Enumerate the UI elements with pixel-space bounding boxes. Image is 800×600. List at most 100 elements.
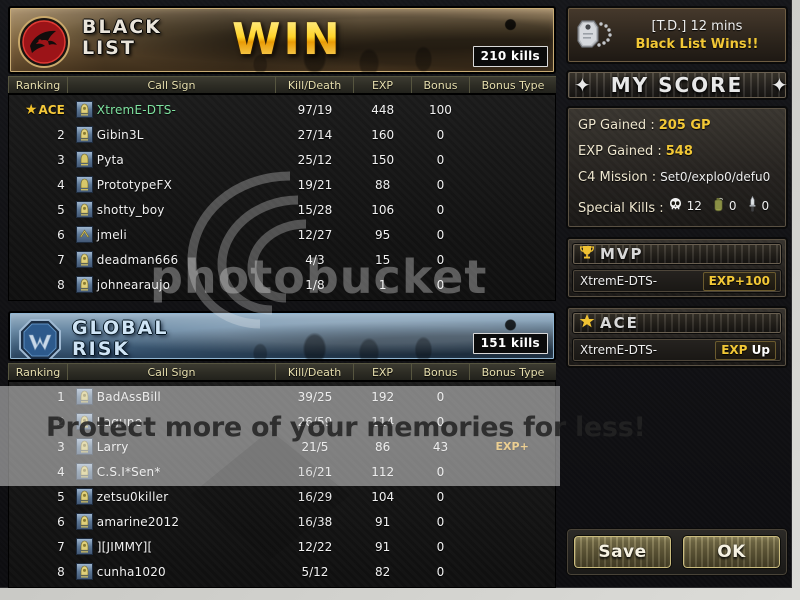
cell-ranking: 7 — [9, 534, 93, 559]
table-row[interactable]: 8 cunha1020 5/12 82 0 — [9, 559, 555, 584]
cell-killdeath: 16/38 — [276, 509, 354, 534]
table-header-black-list: Ranking Call Sign Kill/Death EXP Bonus B… — [8, 76, 556, 94]
team-banner-global-risk: GLOBAL RISK 151 kills — [8, 311, 556, 361]
cell-callsign: johnearaujo — [69, 272, 276, 297]
table-row[interactable]: 4 C.S.I*Sen* 16/21 112 0 — [9, 459, 555, 484]
table-row[interactable]: 5 shotty_boy 15/28 106 0 — [9, 197, 555, 222]
cell-bonus: 0 — [412, 509, 470, 534]
rank-number: 6 — [57, 514, 65, 529]
team-name-global-risk: GLOBAL RISK — [72, 318, 168, 360]
cell-bonustype — [469, 197, 555, 222]
killdeath-value: 5/12 — [301, 564, 329, 579]
cell-killdeath: 5/12 — [276, 559, 354, 584]
rank-badge-1 — [75, 251, 93, 268]
cell-callsign: Larry — [69, 434, 276, 459]
rank-number: 8 — [57, 564, 65, 579]
cell-ranking: 8 — [9, 559, 93, 584]
rank-badge-1 — [75, 488, 93, 505]
killdeath-value: 19/21 — [297, 177, 333, 192]
rank-badge-1 — [75, 463, 93, 480]
save-button[interactable]: Save — [573, 535, 672, 569]
player-name: ][JIMMY][ — [96, 539, 153, 554]
bonus-value: 0 — [436, 227, 445, 242]
cell-bonus: 100 — [412, 97, 470, 122]
special-kills-row: Special Kills : 12 0 0 — [578, 195, 776, 216]
column-header-killdeath: Kill/Death — [276, 77, 354, 93]
table-row[interactable]: 7][JIMMY][12/22 91 0 — [9, 534, 555, 559]
team-block-global-risk: GLOBAL RISK 151 kills Ranking Call Sign … — [6, 311, 558, 588]
gp-gained-row: GP Gained : 205 GP — [578, 118, 776, 133]
cell-bonus: 0 — [412, 384, 470, 409]
rank-number: 4 — [57, 464, 65, 479]
player-name: amarine2012 — [96, 514, 180, 529]
table-row[interactable]: ★ ACE XtremE-DTS- 97/19 448 100 — [9, 97, 555, 122]
cell-bonus: 0 — [412, 484, 470, 509]
table-row[interactable]: 4 PrototypeFX 19/21 88 0 — [9, 172, 555, 197]
killdeath-value: 15/28 — [297, 202, 333, 217]
cell-ranking: 1 — [9, 384, 93, 409]
bonus-value: 0 — [436, 277, 445, 292]
team-results-area: BLACK LIST WIN 210 kills Ranking Call Si… — [6, 6, 558, 588]
exp-value: 88 — [375, 177, 391, 192]
cell-callsign: cunha1020 — [69, 559, 276, 584]
table-row[interactable]: 6 jmeli 12/27 95 0 — [9, 222, 555, 247]
trophy-icon — [579, 244, 595, 264]
star-icon: ★ — [24, 101, 38, 118]
rank-badge-2 — [75, 151, 93, 168]
knife-icon — [747, 195, 758, 216]
special-kills-values: 12 0 0 — [668, 195, 776, 216]
bonus-value: 0 — [436, 464, 445, 479]
cell-bonus: 43 — [412, 434, 470, 459]
ace-tag: ★ ACE — [24, 101, 65, 118]
player-name: jmeli — [96, 227, 127, 242]
knife-count: 0 — [761, 199, 770, 213]
cell-ranking: 2 — [9, 409, 93, 434]
star-icon — [579, 313, 595, 333]
table-row[interactable]: 2 Lagune 26/59 114 0 — [9, 409, 555, 434]
exp-gained-row: EXP Gained : 548 — [578, 144, 776, 159]
blacklist-emblem — [18, 16, 70, 68]
cell-bonustype — [469, 97, 555, 122]
award-player-name: XtremE-DTS- — [580, 343, 658, 357]
table-row[interactable]: 6 amarine2012 16/38 91 0 — [9, 509, 555, 534]
cell-callsign: Pyta — [69, 147, 276, 172]
table-row[interactable]: 2 Gibin3L 27/14 160 0 — [9, 122, 555, 147]
grenade-icon — [712, 197, 725, 216]
bonus-value: 0 — [436, 202, 445, 217]
cell-callsign: jmeli — [69, 222, 276, 247]
table-row[interactable]: 1 BadAssBill 39/25 192 0 — [9, 384, 555, 409]
table-row[interactable]: 5 zetsu0killer 16/29 104 0 — [9, 484, 555, 509]
cell-callsign: C.S.I*Sen* — [69, 459, 276, 484]
bonus-type-value: EXP+ — [495, 440, 529, 453]
cell-exp: 95 — [354, 222, 412, 247]
cell-killdeath: 16/21 — [276, 459, 354, 484]
rank-number: 2 — [57, 414, 65, 429]
cell-exp: 91 — [354, 509, 412, 534]
table-row[interactable]: 3 Larry 21/5 86 43 EXP+ — [9, 434, 555, 459]
cell-killdeath: 12/27 — [276, 222, 354, 247]
cell-callsign: amarine2012 — [69, 509, 276, 534]
table-row[interactable]: 8 johnearaujo 1/8 1 0 — [9, 272, 555, 297]
killdeath-value: 26/59 — [297, 414, 333, 429]
c4-mission-value: Set0/explo0/defu0 — [660, 170, 771, 184]
column-header-ranking: Ranking — [8, 364, 68, 380]
column-header-bonus: Bonus — [412, 364, 470, 380]
cell-bonustype — [469, 559, 555, 584]
player-name: C.S.I*Sen* — [96, 464, 161, 479]
killdeath-value: 27/14 — [297, 127, 333, 142]
column-header-ranking: Ranking — [8, 77, 68, 93]
match-winner: Black List Wins!! — [635, 36, 759, 52]
cell-exp: 1 — [354, 272, 412, 297]
killdeath-value: 39/25 — [297, 389, 333, 404]
team-name-line1: BLACK — [82, 16, 162, 38]
table-row[interactable]: 7 deadman666 4/3 15 0 — [9, 247, 555, 272]
grenade-count: 0 — [728, 199, 737, 213]
table-row[interactable]: 3 Pyta 25/12 150 0 — [9, 147, 555, 172]
bonus-value: 100 — [429, 102, 452, 117]
match-mode-time: [T.D.] 12 mins — [651, 18, 743, 34]
ok-button[interactable]: OK — [682, 535, 781, 569]
exp-value: 1 — [378, 277, 387, 292]
award-player-name: XtremE-DTS- — [580, 274, 658, 288]
player-name: shotty_boy — [96, 202, 165, 217]
rank-badge-3 — [75, 226, 93, 243]
